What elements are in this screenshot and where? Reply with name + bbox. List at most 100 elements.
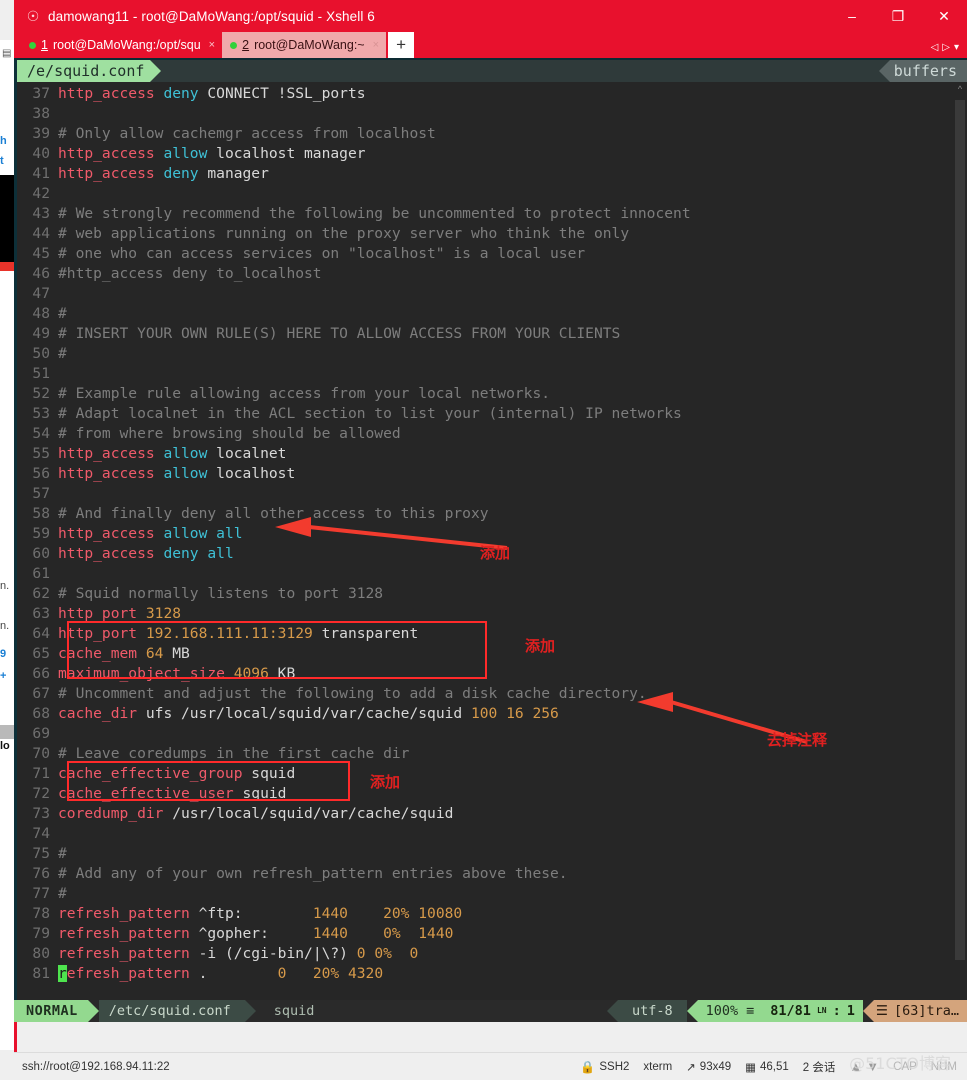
annotation-arrow-http-access-allow-all bbox=[275, 517, 508, 550]
code-line[interactable]: 80 refresh_pattern -i (/cgi-bin/|\?) 0 0%… bbox=[17, 944, 967, 964]
status-terminal-size[interactable]: ↗ 93x49 bbox=[686, 1060, 731, 1074]
code-line[interactable]: 47 bbox=[17, 284, 967, 304]
code-line[interactable]: 77 # bbox=[17, 884, 967, 904]
code-token: refresh_pattern bbox=[58, 945, 199, 962]
line-number: 73 bbox=[32, 805, 50, 822]
code-token: # Adapt localnet in the ACL section to l… bbox=[58, 405, 682, 422]
vim-buffer-name[interactable]: /e/squid.conf bbox=[17, 60, 151, 82]
code-token: allow bbox=[163, 525, 217, 542]
scrollbar-thumb[interactable] bbox=[955, 100, 965, 960]
code-token: CONNECT !SSL_ports bbox=[207, 85, 366, 102]
session-tab-1-close-icon[interactable]: × bbox=[209, 39, 215, 51]
session-tab-1[interactable]: 1 root@DaMoWang:/opt/squ × bbox=[21, 32, 223, 58]
code-token: # Only allow cachemgr access from localh… bbox=[58, 125, 436, 142]
code-line[interactable]: 62 # Squid normally listens to port 3128 bbox=[17, 584, 967, 604]
code-line[interactable]: 37 http_access deny CONNECT !SSL_ports bbox=[17, 84, 967, 104]
status-caps-lock: CAP bbox=[893, 1060, 917, 1073]
tab-scroll-right-icon[interactable]: ▷ bbox=[942, 42, 950, 53]
code-line[interactable]: 53 # Adapt localnet in the ACL section to… bbox=[17, 404, 967, 424]
code-token: http_access bbox=[58, 545, 164, 562]
line-number: 80 bbox=[32, 945, 50, 962]
scroll-up-arrow-icon[interactable]: ^ bbox=[955, 84, 965, 98]
code-line[interactable]: 73 coredump_dir /usr/local/squid/var/cach… bbox=[17, 804, 967, 824]
statusline-arrow-icon bbox=[244, 1000, 256, 1022]
code-token: # Leave coredumps in the first cache dir bbox=[58, 745, 410, 762]
code-line[interactable]: 61 bbox=[17, 564, 967, 584]
code-token: 1440 0% 1440 bbox=[268, 925, 454, 942]
code-line[interactable]: 40 http_access allow localhost manager bbox=[17, 144, 967, 164]
xshell-logo-icon: ☉ bbox=[26, 7, 40, 24]
code-token: 3128 bbox=[145, 605, 182, 622]
code-line[interactable]: 56 http_access allow localhost bbox=[17, 464, 967, 484]
connection-string: ssh://root@192.168.94.11:22 bbox=[22, 1060, 170, 1073]
vim-buffers-arrow-icon bbox=[878, 60, 890, 82]
code-line[interactable]: 50 # bbox=[17, 344, 967, 364]
maximize-button[interactable]: ❐ bbox=[875, 0, 921, 32]
code-token: all bbox=[216, 525, 243, 542]
code-line[interactable]: 46 #http_access deny to_localhost bbox=[17, 264, 967, 284]
line-number: 53 bbox=[32, 405, 50, 422]
vim-tabline-right: buffers bbox=[878, 60, 967, 82]
code-line[interactable]: 74 bbox=[17, 824, 967, 844]
line-number: 42 bbox=[32, 185, 50, 202]
code-line[interactable]: 45 # one who can access services on "loca… bbox=[17, 244, 967, 264]
background-window-icon: ▤ bbox=[2, 48, 12, 59]
code-line[interactable]: 39 # Only allow cachemgr access from loca… bbox=[17, 124, 967, 144]
code-line[interactable]: 55 http_access allow localnet bbox=[17, 444, 967, 464]
code-line[interactable]: 44 # web applications running on the prox… bbox=[17, 224, 967, 244]
code-line[interactable]: 76 # Add any of your own refresh_pattern … bbox=[17, 864, 967, 884]
window-controls: – ❐ ✕ bbox=[829, 0, 967, 32]
code-line[interactable]: 42 bbox=[17, 184, 967, 204]
line-number: 41 bbox=[32, 165, 50, 182]
code-line[interactable]: 51 bbox=[17, 364, 967, 384]
code-line[interactable]: 43 # We strongly recommend the following … bbox=[17, 204, 967, 224]
code-token: # bbox=[58, 845, 67, 862]
code-line[interactable]: 79 refresh_pattern ^gopher: 1440 0% 1440 bbox=[17, 924, 967, 944]
code-token: http_access bbox=[58, 85, 164, 102]
code-token: # bbox=[58, 305, 67, 322]
code-line[interactable]: 54 # from where browsing should be allowe… bbox=[17, 424, 967, 444]
list-icon: ≡ bbox=[746, 1003, 755, 1019]
code-line[interactable]: 48 # bbox=[17, 304, 967, 324]
line-number: 66 bbox=[32, 665, 50, 682]
line-number: 38 bbox=[32, 105, 50, 122]
code-line[interactable]: 57 bbox=[17, 484, 967, 504]
code-line[interactable]: 41 http_access deny manager bbox=[17, 164, 967, 184]
status-cursor-position[interactable]: ▦ 46,51 bbox=[745, 1060, 789, 1074]
window-left-edge bbox=[14, 1022, 17, 1052]
line-number: 48 bbox=[32, 305, 50, 322]
code-token: refresh_pattern bbox=[58, 905, 199, 922]
terminal-viewport[interactable]: /e/squid.conf buffers ^ 37 http_access de… bbox=[14, 60, 967, 1000]
line-number: 47 bbox=[32, 285, 50, 302]
code-line[interactable]: 49 # INSERT YOUR OWN RULE(S) HERE TO ALLO… bbox=[17, 324, 967, 344]
line-number: 54 bbox=[32, 425, 50, 442]
code-line[interactable]: 81 refresh_pattern . 0 20% 4320 bbox=[17, 964, 967, 984]
lock-icon: 🔒 bbox=[580, 1059, 596, 1074]
tab-list-chevron-down-icon[interactable]: ▾ bbox=[954, 42, 959, 53]
status-terminal-type-label: xterm bbox=[643, 1060, 673, 1073]
line-number: 56 bbox=[32, 465, 50, 482]
code-line[interactable]: 38 bbox=[17, 104, 967, 124]
new-tab-button[interactable]: + bbox=[388, 32, 415, 58]
annotation-label-add-1: 添加 bbox=[480, 544, 511, 562]
tab-scroll-left-icon[interactable]: ◁ bbox=[931, 42, 939, 53]
status-transfer-indicators: ▲ ▼ bbox=[849, 1059, 879, 1074]
code-line[interactable]: 78 refresh_pattern ^ftp: 1440 20% 10080 bbox=[17, 904, 967, 924]
session-tab-2-close-icon[interactable]: × bbox=[373, 39, 379, 51]
line-number: 52 bbox=[32, 385, 50, 402]
code-token: coredump_dir bbox=[58, 805, 173, 822]
statusline-arrow-icon bbox=[862, 1000, 874, 1022]
minimize-button[interactable]: – bbox=[829, 0, 875, 32]
vim-line-position: 81/81 bbox=[770, 1003, 811, 1019]
status-protocol[interactable]: 🔒 SSH2 bbox=[580, 1060, 629, 1074]
code-line[interactable]: 75 # bbox=[17, 844, 967, 864]
code-line[interactable]: 52 # Example rule allowing access from yo… bbox=[17, 384, 967, 404]
close-button[interactable]: ✕ bbox=[921, 0, 967, 32]
status-terminal-type[interactable]: xterm bbox=[643, 1061, 672, 1073]
vim-buffers-label: buffers bbox=[889, 60, 967, 82]
code-token: cache_dir bbox=[58, 705, 146, 722]
code-token: # Squid normally listens to port 3128 bbox=[58, 585, 384, 602]
status-sessions[interactable]: 2 会话 bbox=[803, 1059, 836, 1075]
session-tab-2[interactable]: 2 root@DaMoWang:~ × bbox=[222, 32, 387, 58]
connected-dot-icon bbox=[230, 41, 238, 49]
